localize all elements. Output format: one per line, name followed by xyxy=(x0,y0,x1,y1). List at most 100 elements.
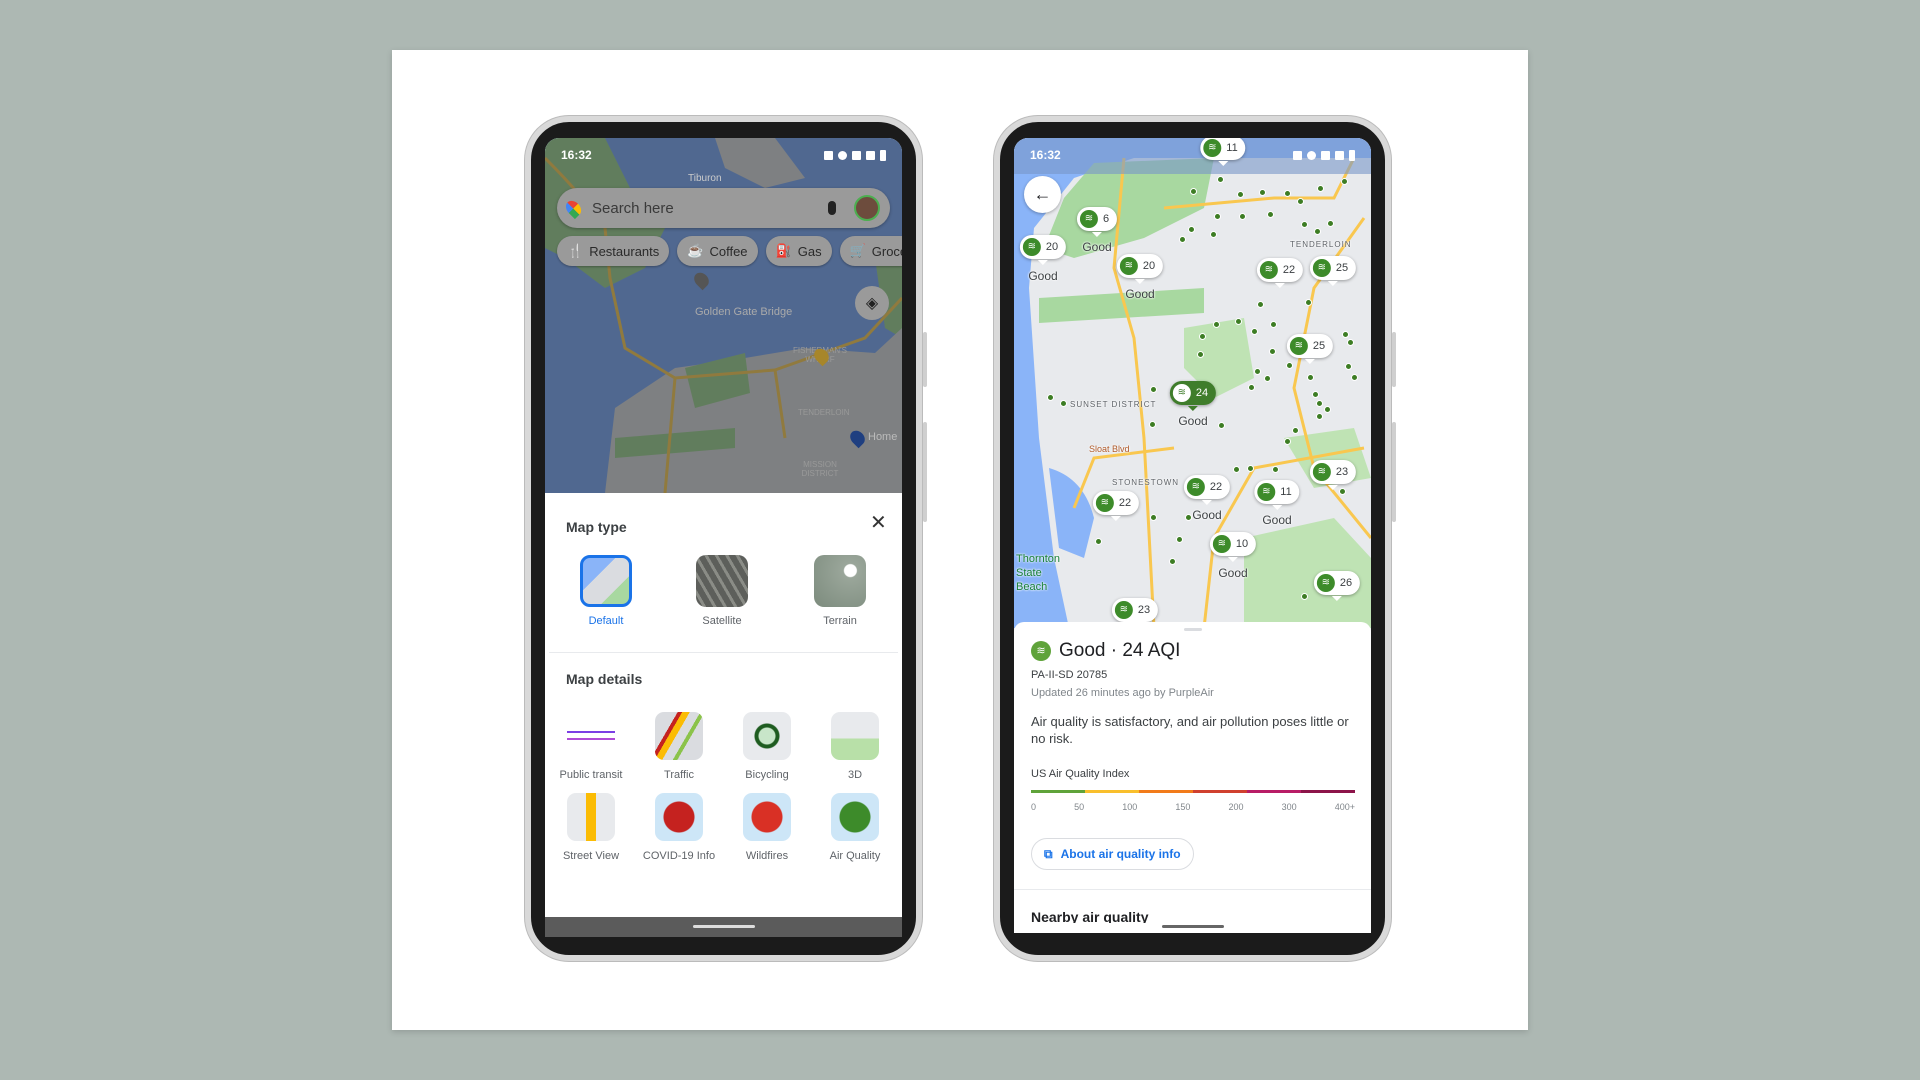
sensor-dot[interactable] xyxy=(1190,188,1197,195)
aqi-marker[interactable]: ≋ 22 xyxy=(1092,491,1140,521)
drag-handle[interactable] xyxy=(1183,628,1202,631)
sensor-dot[interactable] xyxy=(1251,328,1258,335)
sensor-dot[interactable] xyxy=(1314,228,1321,235)
sensor-dot[interactable] xyxy=(1351,374,1358,381)
aqi-marker[interactable]: ≋ 20 xyxy=(1116,254,1164,284)
sensor-dot[interactable] xyxy=(1188,226,1195,233)
aqi-marker[interactable]: ≋ 23 xyxy=(1309,460,1357,490)
sensor-dot[interactable] xyxy=(1217,176,1224,183)
sensor-dot[interactable] xyxy=(1237,191,1244,198)
sensor-dot[interactable] xyxy=(1247,465,1254,472)
sensor-dot[interactable] xyxy=(1342,331,1349,338)
close-icon[interactable]: ✕ xyxy=(870,510,887,535)
map-type-satellite[interactable]: Satellite xyxy=(682,555,762,627)
sensor-dot[interactable] xyxy=(1297,198,1304,205)
wifi-icon xyxy=(852,150,861,160)
sensor-dot[interactable] xyxy=(1218,422,1225,429)
sensor-dot[interactable] xyxy=(1169,558,1176,565)
sensor-dot[interactable] xyxy=(1239,213,1246,220)
sensor-dot[interactable] xyxy=(1347,339,1354,346)
aqi-marker[interactable]: ≋ 26 xyxy=(1313,571,1361,601)
map-detail-covid-19-info[interactable]: COVID-19 Info xyxy=(639,793,719,863)
aqi-marker[interactable]: ≋ 23 xyxy=(1111,598,1159,628)
map-detail-air-quality[interactable]: Air Quality xyxy=(815,793,895,863)
sensor-dot[interactable] xyxy=(1150,514,1157,521)
sensor-dot[interactable] xyxy=(1150,386,1157,393)
sensor-dot[interactable] xyxy=(1270,321,1277,328)
sensor-dot[interactable] xyxy=(1327,220,1334,227)
sensor-dot[interactable] xyxy=(1301,593,1308,600)
map-detail-public-transit[interactable]: Public transit xyxy=(551,712,631,782)
map-type-terrain[interactable]: Terrain xyxy=(800,555,880,627)
chip-groceries[interactable]: 🛒Groceries xyxy=(839,236,902,266)
back-button[interactable]: ← xyxy=(1024,176,1061,213)
sensor-dot[interactable] xyxy=(1301,221,1308,228)
map-detail-traffic[interactable]: Traffic xyxy=(639,712,719,782)
search-bar[interactable]: Search here xyxy=(557,188,890,228)
sensor-dot[interactable] xyxy=(1179,236,1186,243)
sensor-dot[interactable] xyxy=(1233,466,1240,473)
sensor-dot[interactable] xyxy=(1286,362,1293,369)
google-maps-pin-icon xyxy=(562,197,585,219)
sensor-dot[interactable] xyxy=(1197,351,1204,358)
aqi-marker[interactable]: ≋ 24 xyxy=(1169,381,1217,411)
sensor-dot[interactable] xyxy=(1307,374,1314,381)
sensor-dot[interactable] xyxy=(1345,363,1352,370)
about-air-quality-button[interactable]: ⧉ About air quality info xyxy=(1031,838,1194,870)
sensor-dot[interactable] xyxy=(1095,538,1102,545)
map-detail-wildfires[interactable]: Wildfires xyxy=(727,793,807,863)
home-handle[interactable] xyxy=(1161,925,1224,928)
aqi-marker[interactable]: ≋ 11 xyxy=(1254,480,1300,510)
sensor-dot[interactable] xyxy=(1210,231,1217,238)
aqi-marker[interactable]: ≋ 10 xyxy=(1209,532,1257,562)
sensor-dot[interactable] xyxy=(1213,321,1220,328)
sensor-dot[interactable] xyxy=(1185,514,1192,521)
aqi-marker[interactable]: ≋ 22 xyxy=(1256,258,1304,288)
sensor-dot[interactable] xyxy=(1316,400,1323,407)
sensor-dot[interactable] xyxy=(1248,384,1255,391)
sensor-dot[interactable] xyxy=(1214,213,1221,220)
chip-coffee[interactable]: ☕ Coffee xyxy=(677,236,758,266)
sensor-dot[interactable] xyxy=(1257,301,1264,308)
air-quality-icon: ≋ xyxy=(1022,238,1041,256)
layers-icon: ◈ xyxy=(865,295,879,312)
sensor-dot[interactable] xyxy=(1317,185,1324,192)
home-handle[interactable] xyxy=(692,925,755,928)
aqi-marker[interactable]: ≋ 6 xyxy=(1076,207,1118,237)
sensor-dot[interactable] xyxy=(1259,189,1266,196)
aqi-marker[interactable]: ≋ 25 xyxy=(1309,256,1357,286)
sensor-dot[interactable] xyxy=(1254,368,1261,375)
aqi-marker[interactable]: ≋ 22 xyxy=(1183,475,1231,505)
sensor-dot[interactable] xyxy=(1047,394,1054,401)
map-type-default[interactable]: Default xyxy=(566,555,646,627)
layers-button[interactable]: ◈ xyxy=(855,286,889,320)
microphone-icon[interactable] xyxy=(828,201,836,215)
sensor-dot[interactable] xyxy=(1312,391,1319,398)
map-detail-3d[interactable]: 3D xyxy=(815,712,895,782)
sensor-dot[interactable] xyxy=(1341,178,1348,185)
sensor-dot[interactable] xyxy=(1272,466,1279,473)
avatar[interactable] xyxy=(854,195,880,221)
aqi-marker[interactable]: ≋ 25 xyxy=(1286,334,1334,364)
sensor-dot[interactable] xyxy=(1324,406,1331,413)
sensor-dot[interactable] xyxy=(1284,438,1291,445)
chip-restaurants[interactable]: 🍴 Restaurants xyxy=(557,236,670,266)
map-detail-street-view[interactable]: Street View xyxy=(551,793,631,863)
chip-gas[interactable]: ⛽ Gas xyxy=(765,236,832,266)
sensor-dot[interactable] xyxy=(1199,333,1206,340)
sensor-dot[interactable] xyxy=(1267,211,1274,218)
search-input[interactable]: Search here xyxy=(592,200,828,217)
sensor-dot[interactable] xyxy=(1269,348,1276,355)
sensor-dot[interactable] xyxy=(1060,400,1067,407)
map-detail-bicycling[interactable]: Bicycling xyxy=(727,712,807,782)
sensor-dot[interactable] xyxy=(1264,375,1271,382)
sensor-dot[interactable] xyxy=(1305,299,1312,306)
sensor-dot[interactable] xyxy=(1176,536,1183,543)
sensor-dot[interactable] xyxy=(1149,421,1156,428)
aqi-marker[interactable]: ≋ 20 xyxy=(1019,235,1067,265)
sensor-dot[interactable] xyxy=(1316,413,1323,420)
sensor-dot[interactable] xyxy=(1284,190,1291,197)
sensor-dot[interactable] xyxy=(1339,488,1346,495)
sensor-dot[interactable] xyxy=(1235,318,1242,325)
sensor-dot[interactable] xyxy=(1292,427,1299,434)
